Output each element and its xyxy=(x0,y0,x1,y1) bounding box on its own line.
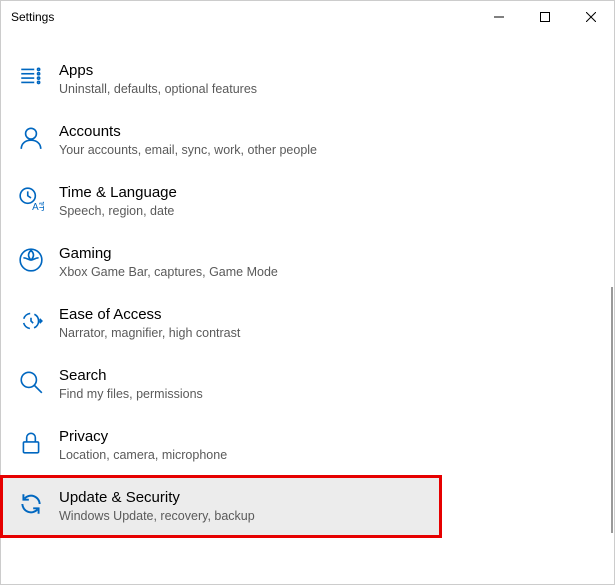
item-desc: Find my files, permissions xyxy=(59,386,203,404)
item-title: Search xyxy=(59,366,203,386)
setting-item-search[interactable]: Search Find my files, permissions xyxy=(1,354,614,415)
item-text: Apps Uninstall, defaults, optional featu… xyxy=(59,61,257,98)
item-text: Accounts Your accounts, email, sync, wor… xyxy=(59,122,317,159)
scrollbar[interactable] xyxy=(611,287,613,533)
window-controls xyxy=(476,1,614,33)
privacy-icon xyxy=(17,429,45,457)
close-button[interactable] xyxy=(568,1,614,33)
maximize-button[interactable] xyxy=(522,1,568,33)
item-text: Update & Security Windows Update, recove… xyxy=(59,488,255,525)
item-title: Ease of Access xyxy=(59,305,240,325)
item-title: Accounts xyxy=(59,122,317,142)
item-text: Gaming Xbox Game Bar, captures, Game Mod… xyxy=(59,244,278,281)
item-text: Ease of Access Narrator, magnifier, high… xyxy=(59,305,240,342)
gaming-icon xyxy=(17,246,45,274)
search-icon xyxy=(17,368,45,396)
item-text: Time & Language Speech, region, date xyxy=(59,183,177,220)
item-title: Privacy xyxy=(59,427,227,447)
item-title: Apps xyxy=(59,61,257,81)
item-desc: Uninstall, defaults, optional features xyxy=(59,81,257,99)
item-desc: Speech, region, date xyxy=(59,203,177,221)
minimize-button[interactable] xyxy=(476,1,522,33)
item-desc: Windows Update, recovery, backup xyxy=(59,508,255,526)
window-title: Settings xyxy=(11,10,54,24)
titlebar: Settings xyxy=(1,1,614,33)
setting-item-privacy[interactable]: Privacy Location, camera, microphone xyxy=(1,415,614,476)
update-security-icon xyxy=(17,490,45,518)
item-desc: Xbox Game Bar, captures, Game Mode xyxy=(59,264,278,282)
setting-item-gaming[interactable]: Gaming Xbox Game Bar, captures, Game Mod… xyxy=(1,232,614,293)
item-desc: Narrator, magnifier, high contrast xyxy=(59,325,240,343)
setting-item-update-security[interactable]: Update & Security Windows Update, recove… xyxy=(1,476,441,537)
setting-item-accounts[interactable]: Accounts Your accounts, email, sync, wor… xyxy=(1,110,614,171)
item-title: Update & Security xyxy=(59,488,255,508)
apps-icon xyxy=(17,63,45,91)
item-desc: Location, camera, microphone xyxy=(59,447,227,465)
svg-text:A字: A字 xyxy=(32,200,44,212)
item-desc: Your accounts, email, sync, work, other … xyxy=(59,142,317,160)
item-title: Time & Language xyxy=(59,183,177,203)
setting-item-apps[interactable]: Apps Uninstall, defaults, optional featu… xyxy=(1,49,614,110)
time-language-icon: A字 xyxy=(17,185,45,213)
item-title: Gaming xyxy=(59,244,278,264)
accounts-icon xyxy=(17,124,45,152)
ease-of-access-icon xyxy=(17,307,45,335)
item-text: Privacy Location, camera, microphone xyxy=(59,427,227,464)
settings-list: Apps Uninstall, defaults, optional featu… xyxy=(1,33,614,537)
setting-item-time-language[interactable]: A字 Time & Language Speech, region, date xyxy=(1,171,614,232)
setting-item-ease-of-access[interactable]: Ease of Access Narrator, magnifier, high… xyxy=(1,293,614,354)
item-text: Search Find my files, permissions xyxy=(59,366,203,403)
